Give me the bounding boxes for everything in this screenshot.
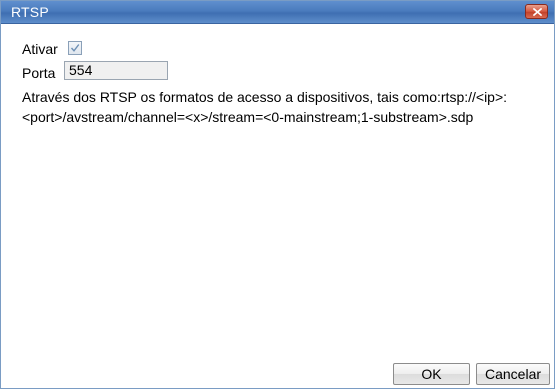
port-input[interactable]: 554 xyxy=(64,61,168,80)
port-row: Porta 554 xyxy=(22,61,168,82)
window-title: RTSP xyxy=(11,4,49,20)
enable-row: Ativar xyxy=(22,39,82,58)
port-label: Porta xyxy=(22,65,56,82)
cancel-button[interactable]: Cancelar xyxy=(476,363,550,385)
close-button[interactable] xyxy=(525,4,548,19)
description-line-1: Através dos RTSP os formatos de acesso a… xyxy=(22,89,508,105)
rtsp-description: Através dos RTSP os formatos de acesso a… xyxy=(22,87,547,127)
description-line-2: <port>/avstream/channel=<x>/stream=<0-ma… xyxy=(22,109,474,125)
title-bar[interactable]: RTSP xyxy=(1,1,554,24)
enable-checkbox[interactable] xyxy=(67,41,82,56)
rtsp-dialog: RTSP Ativar Porta 554 Através dos RTSP o… xyxy=(0,0,555,389)
enable-label: Ativar xyxy=(22,41,58,58)
close-icon xyxy=(533,8,542,16)
checkmark-icon xyxy=(70,44,80,53)
ok-button[interactable]: OK xyxy=(393,363,470,385)
